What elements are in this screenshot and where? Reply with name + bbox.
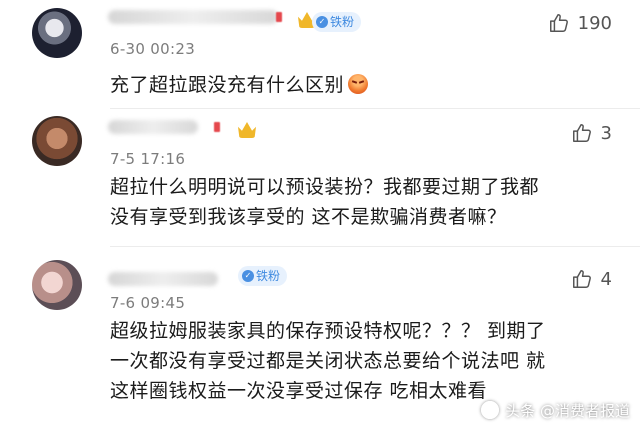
fan-badge-label: 铁粉 xyxy=(256,269,281,283)
like-count: 190 xyxy=(577,12,612,34)
fan-badge-icon: ✓ xyxy=(316,16,328,28)
fan-badge-icon: ✓ xyxy=(242,270,254,282)
like-button[interactable]: 4 xyxy=(571,266,612,292)
username-blurred[interactable] xyxy=(108,272,218,286)
avatar[interactable] xyxy=(32,116,82,166)
like-button[interactable]: 3 xyxy=(571,120,612,146)
watermark-text: 头条 @消费者报道 xyxy=(505,401,630,420)
divider xyxy=(110,246,640,247)
angry-face-emoji xyxy=(348,74,369,94)
comment-text-line: 这样圈钱权益一次没享受过保存 吃相太难看 xyxy=(110,380,488,402)
comment-text: 超级拉姆服装家具的保存预设特权呢？？？ 到期了 一次都没有享受过都是关闭状态总要… xyxy=(110,316,546,406)
thumbs-up-icon xyxy=(572,124,591,142)
comment-item: ✓ 铁粉 6-30 00:23 190 充了超拉跟没充有什么区别 xyxy=(0,0,640,110)
fan-badge: ✓ 铁粉 xyxy=(312,12,362,32)
like-button[interactable]: 190 xyxy=(548,10,612,36)
comment-text-line: 充了超拉跟没充有什么区别 xyxy=(110,74,345,96)
thumbs-up-icon xyxy=(572,270,591,288)
avatar[interactable] xyxy=(32,260,82,310)
watermark: 头条 @消费者报道 xyxy=(481,398,630,422)
comment-text-line: 超级拉姆服装家具的保存预设特权呢？？？ 到期了 xyxy=(110,320,546,342)
comment-text-line: 没有享受到我该享受的 这不是欺骗消费者嘛？ xyxy=(110,206,507,228)
comment-list: ✓ 铁粉 6-30 00:23 190 充了超拉跟没充有什么区别 7-5 17:… xyxy=(0,0,640,432)
fan-badge-label: 铁粉 xyxy=(330,15,355,29)
comment-time: 7-6 09:45 xyxy=(110,294,186,312)
comment-item: 7-5 17:16 3 超拉什么明明说可以预设装扮？我都要过期了我都 没有享受到… xyxy=(0,110,640,248)
username-red-mark xyxy=(276,12,282,22)
fan-badge: ✓ 铁粉 xyxy=(238,266,288,286)
crown-icon xyxy=(238,122,256,138)
like-count: 3 xyxy=(600,122,612,144)
comment-text: 充了超拉跟没充有什么区别 xyxy=(110,70,369,100)
comment-time: 6-30 00:23 xyxy=(110,40,196,58)
like-count: 4 xyxy=(600,268,612,290)
comment-text-line: 一次都没有享受过都是关闭状态总要给个说法吧 就 xyxy=(110,350,546,372)
avatar[interactable] xyxy=(32,8,82,58)
thumbs-up-icon xyxy=(549,14,568,32)
comment-time: 7-5 17:16 xyxy=(110,150,186,168)
comment-text: 超拉什么明明说可以预设装扮？我都要过期了我都 没有享受到我该享受的 这不是欺骗消… xyxy=(110,172,539,232)
username-blurred[interactable] xyxy=(108,10,278,24)
username-red-mark xyxy=(214,122,220,132)
toutiao-logo-icon xyxy=(481,401,500,419)
divider xyxy=(110,108,640,109)
comment-text-line: 超拉什么明明说可以预设装扮？我都要过期了我都 xyxy=(110,176,540,198)
username-blurred[interactable] xyxy=(108,120,198,134)
